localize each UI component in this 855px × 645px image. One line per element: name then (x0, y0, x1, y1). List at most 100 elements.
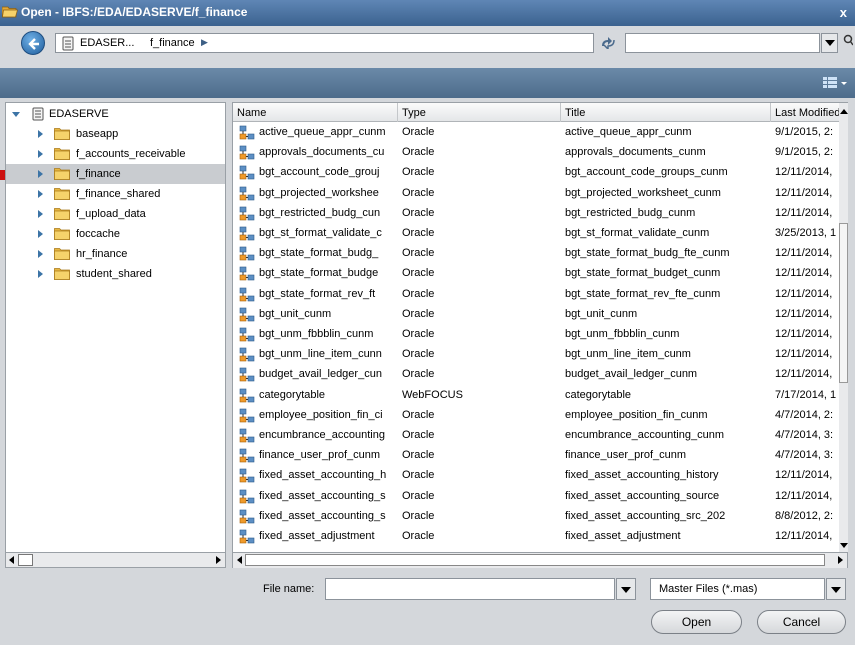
column-header-name[interactable]: Name (233, 103, 398, 122)
breadcrumb[interactable]: EDASER... f_finance ▶ (55, 33, 594, 53)
cell-last-modified: 12/11/2014, (775, 469, 833, 482)
tree-item[interactable]: f_finance (6, 164, 225, 184)
close-icon[interactable]: x (840, 5, 847, 20)
search-icon[interactable] (843, 34, 854, 49)
scroll-left-icon[interactable] (237, 556, 242, 564)
scroll-left-icon[interactable] (9, 556, 14, 564)
table-row[interactable]: fixed_asset_accounting_h Oracle fixed_asse… (233, 466, 833, 485)
scroll-thumb[interactable] (18, 554, 33, 566)
cell-last-modified: 12/11/2014, (775, 166, 833, 179)
cell-type: WebFOCUS (402, 388, 463, 401)
table-row[interactable]: bgt_state_format_budge Oracle bgt_state_fo… (233, 264, 833, 283)
table-row[interactable]: fixed_asset_accounting_s Oracle fixed_asse… (233, 507, 833, 526)
table-row[interactable]: bgt_unit_cunm Oracle bgt_unit_cunm 12/11/20… (233, 305, 833, 324)
table-row[interactable]: categorytable WebFOCUS categorytable 7/17/2… (233, 386, 836, 405)
table-row[interactable]: employee_position_fin_ci Oracle employee_p… (233, 406, 833, 425)
tree-root[interactable]: EDASERVE (6, 104, 225, 124)
breadcrumb-folder[interactable]: f_finance (150, 37, 195, 49)
table-icon (239, 347, 255, 365)
file-name-dropdown-button[interactable] (616, 578, 636, 600)
expand-triangle-icon[interactable] (38, 170, 43, 178)
cell-last-modified: 12/11/2014, (775, 530, 833, 542)
search-input[interactable] (625, 33, 820, 53)
table-row[interactable]: active_queue_appr_cunm Oracle active_queue… (233, 123, 833, 142)
expand-triangle-icon[interactable] (38, 130, 43, 138)
table-row[interactable]: approvals_documents_cu Oracle approvals_do… (233, 143, 833, 162)
back-button[interactable] (21, 31, 45, 55)
expand-triangle-icon[interactable] (12, 112, 20, 117)
table-row[interactable]: bgt_st_format_validate_c Oracle bgt_st_for… (233, 224, 836, 243)
file-type-select[interactable]: Master Files (*.mas) (650, 578, 825, 600)
expand-triangle-icon[interactable] (38, 230, 43, 238)
open-button[interactable]: Open (651, 610, 742, 634)
table-icon (239, 206, 255, 224)
table-row[interactable]: bgt_unm_fbbblin_cunm Oracle bgt_unm_fbbbli… (233, 325, 833, 344)
cell-last-modified: 12/11/2014, (775, 247, 833, 260)
cell-last-modified: 12/11/2014, (775, 206, 833, 219)
tree-item[interactable]: f_finance_shared (6, 184, 225, 204)
expand-triangle-icon[interactable] (38, 250, 43, 258)
table-row[interactable]: fixed_asset_adjustment Oracle fixed_asset_… (233, 527, 833, 546)
cell-title: active_queue_appr_cunm (565, 126, 692, 138)
table-row[interactable]: bgt_restricted_budg_cun Oracle bgt_restric… (233, 204, 833, 223)
folder-icon (54, 187, 70, 203)
cell-type: Oracle (402, 449, 435, 462)
tree-item[interactable]: student_shared (6, 264, 225, 284)
list-horizontal-scrollbar[interactable] (233, 552, 847, 568)
table-icon (239, 287, 255, 305)
table-row[interactable]: bgt_account_code_grouj Oracle bgt_account_… (233, 163, 833, 182)
table-row[interactable]: bgt_unm_line_item_cunn Oracle bgt_unm_line… (233, 345, 833, 364)
cell-type: Oracle (402, 509, 435, 522)
folder-icon (54, 127, 70, 143)
column-header-title[interactable]: Title (561, 103, 771, 122)
cell-last-modified: 4/7/2014, 3: (775, 429, 834, 441)
file-name-input[interactable] (325, 578, 615, 600)
expand-triangle-icon[interactable] (38, 150, 43, 158)
cell-type: Oracle (402, 287, 435, 300)
tree-item[interactable]: f_accounts_receivable (6, 144, 225, 164)
tree-item[interactable]: f_upload_data (6, 204, 225, 224)
tree-item[interactable]: hr_finance (6, 244, 225, 264)
cell-type: Oracle (402, 328, 435, 340)
title-bar[interactable]: Open - IBFS:/EDA/EDASERVE/f_finance x (0, 0, 855, 26)
breadcrumb-chevron-icon[interactable]: ▶ (201, 37, 208, 48)
scroll-right-icon[interactable] (838, 556, 843, 564)
folder-icon (54, 167, 70, 183)
breadcrumb-server[interactable]: EDASER... (80, 37, 134, 49)
list-vertical-scrollbar[interactable] (839, 103, 848, 552)
expand-triangle-icon[interactable] (38, 270, 43, 278)
toolbar (0, 68, 855, 98)
table-row[interactable]: finance_user_prof_cunm Oracle finance_user… (233, 446, 833, 465)
table-icon (239, 266, 255, 284)
scroll-up-icon[interactable] (840, 109, 848, 114)
cell-last-modified: 8/8/2012, 2: (775, 509, 834, 522)
file-list: Name Type Title Last Modified active_que… (232, 102, 848, 568)
scroll-right-icon[interactable] (216, 556, 221, 564)
scroll-thumb[interactable] (839, 223, 848, 383)
cell-type: Oracle (402, 267, 435, 280)
file-type-value: Master Files (*.mas) (659, 583, 758, 595)
file-type-dropdown-button[interactable] (826, 578, 846, 600)
cancel-button[interactable]: Cancel (757, 610, 846, 634)
table-row[interactable]: budget_avail_ledger_cun Oracle budget_avai… (233, 365, 833, 384)
tree-item[interactable]: baseapp (6, 124, 225, 144)
table-row[interactable]: bgt_projected_workshee Oracle bgt_projecte… (233, 184, 833, 203)
magnifier-icon (843, 34, 854, 46)
tree-horizontal-scrollbar[interactable] (5, 552, 226, 568)
table-row[interactable]: bgt_state_format_rev_ft Oracle bgt_state_f… (233, 285, 833, 304)
column-header-last-modified[interactable]: Last Modified (771, 103, 847, 122)
scroll-thumb[interactable] (245, 554, 825, 566)
tree-item[interactable]: foccache (6, 224, 225, 244)
table-row[interactable]: bgt_state_format_budg_ Oracle bgt_state_fo… (233, 244, 833, 263)
view-options-icon[interactable] (822, 76, 848, 90)
refresh-button[interactable] (599, 37, 617, 51)
table-row[interactable]: encumbrance_accounting Oracle encumbrance_… (233, 426, 833, 445)
table-row[interactable]: fixed_asset_accounting_s Oracle fixed_asse… (233, 487, 833, 506)
table-icon (239, 145, 255, 163)
cell-last-modified: 12/11/2014, (775, 186, 833, 199)
column-header-type[interactable]: Type (398, 103, 561, 122)
expand-triangle-icon[interactable] (38, 190, 43, 198)
expand-triangle-icon[interactable] (38, 210, 43, 218)
search-dropdown-button[interactable] (821, 33, 838, 53)
scroll-down-icon[interactable] (840, 543, 848, 548)
